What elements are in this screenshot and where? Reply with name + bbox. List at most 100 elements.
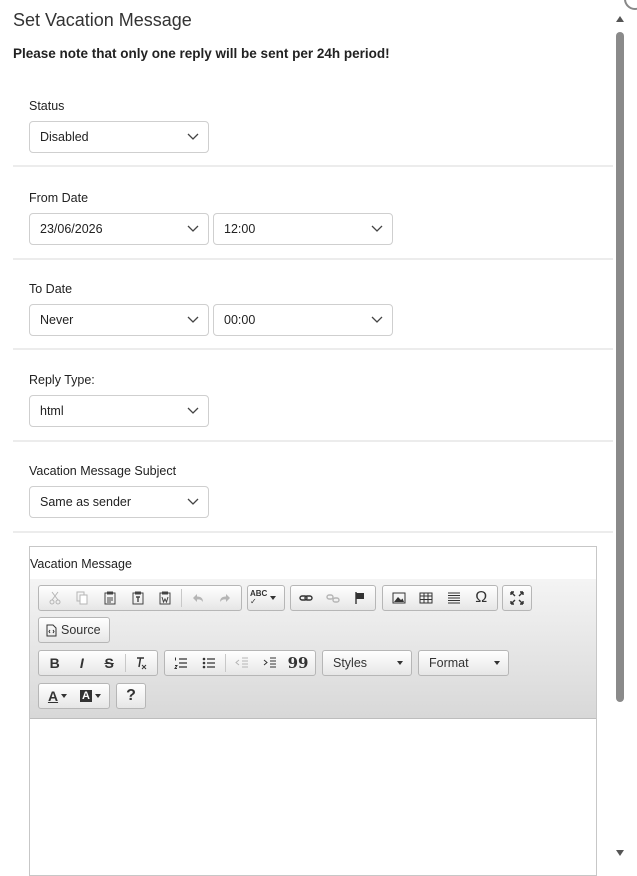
quote-glyph: 99 — [287, 654, 309, 672]
help-glyph: ? — [126, 687, 136, 704]
copy-icon[interactable] — [69, 586, 97, 610]
bold-button[interactable]: B — [41, 651, 68, 675]
from-date-label: From Date — [29, 191, 89, 205]
outdent-icon[interactable] — [228, 651, 256, 675]
scroll-thumb[interactable] — [616, 32, 624, 702]
table-icon[interactable] — [413, 586, 441, 610]
text-color-glyph: A — [47, 688, 59, 704]
to-time-select[interactable]: 00:00 — [213, 304, 393, 336]
from-time-select[interactable]: 12:00 — [213, 213, 393, 245]
to-date-section: To Date Never 00:00 — [13, 273, 613, 350]
text-color-icon: A — [48, 688, 58, 704]
toolbar-separator — [180, 589, 182, 607]
styles-combo[interactable]: Styles — [322, 650, 412, 676]
background-color-icon: A — [80, 690, 92, 702]
cut-icon[interactable] — [41, 586, 69, 610]
maximize-button[interactable] — [502, 585, 532, 611]
from-date-value: 23/06/2026 — [40, 222, 103, 236]
message-body-area[interactable] — [30, 719, 596, 875]
scroll-down-icon[interactable] — [616, 850, 624, 856]
background-color-button[interactable]: A — [74, 684, 107, 708]
remove-format-icon[interactable] — [128, 651, 155, 675]
status-label: Status — [29, 99, 65, 113]
subject-section: Vacation Message Subject Same as sender — [13, 455, 613, 533]
strike-glyph: S — [104, 655, 114, 671]
bulleted-list-icon[interactable] — [195, 651, 223, 675]
to-time-value: 00:00 — [224, 313, 256, 327]
spellcheck-icon: ABC ✓ — [250, 589, 268, 606]
spellcheck-button[interactable]: ABC ✓ — [247, 585, 285, 611]
omega-icon[interactable]: Ω — [468, 586, 496, 610]
subject-label: Vacation Message Subject — [29, 464, 177, 478]
dialog-title: Set Vacation Message — [13, 10, 192, 30]
status-select[interactable]: Disabled — [29, 121, 209, 153]
chevron-down-icon — [187, 133, 199, 140]
chevron-down-icon — [187, 407, 199, 414]
chevron-down-icon — [187, 498, 199, 505]
unlink-icon[interactable] — [320, 586, 347, 610]
paste-word-icon[interactable] — [151, 586, 179, 610]
status-value: Disabled — [40, 130, 89, 144]
redo-icon[interactable] — [211, 586, 239, 610]
image-icon[interactable] — [385, 586, 413, 610]
spellcheck-glyph: ABC — [250, 589, 268, 598]
from-time-value: 12:00 — [224, 222, 256, 236]
strikethrough-button[interactable]: S — [96, 651, 123, 675]
basic-styles-group: B I S — [38, 650, 158, 676]
italic-button[interactable]: I — [68, 651, 95, 675]
subject-select[interactable]: Same as sender — [29, 486, 209, 518]
maximize-icon — [510, 591, 524, 605]
from-date-section: From Date 23/06/2026 12:00 — [13, 182, 613, 260]
link-icon[interactable] — [293, 586, 320, 610]
indent-icon[interactable] — [256, 651, 284, 675]
undo-icon[interactable] — [184, 586, 212, 610]
subject-value: Same as sender — [40, 495, 132, 509]
vacation-message-label: Vacation Message — [30, 557, 132, 571]
text-color-button[interactable]: A — [41, 684, 74, 708]
notice-text: Please note that only one reply will be … — [13, 46, 390, 61]
flag-icon[interactable] — [346, 586, 373, 610]
toolbar-separator — [225, 654, 226, 672]
from-date-select[interactable]: 23/06/2026 — [29, 213, 209, 245]
scroll-up-icon[interactable] — [616, 16, 624, 22]
source-button[interactable]: Source — [38, 617, 110, 643]
caret-down-icon — [494, 661, 500, 665]
chevron-down-icon — [371, 316, 383, 323]
horizontal-rule-icon[interactable] — [440, 586, 468, 610]
numbered-list-icon[interactable] — [167, 651, 195, 675]
help-icon: ? — [126, 687, 136, 705]
reply-type-select[interactable]: html — [29, 395, 209, 427]
blockquote-button[interactable]: 99 — [284, 651, 312, 675]
styles-label: Styles — [333, 656, 368, 670]
reply-type-label: Reply Type: — [29, 373, 95, 387]
bold-glyph: B — [49, 655, 60, 671]
chevron-down-icon — [187, 225, 199, 232]
toolbar-separator — [124, 654, 126, 672]
to-date-value: Never — [40, 313, 74, 327]
bg-color-glyph: A — [82, 690, 90, 702]
clipboard-group — [38, 585, 242, 611]
insert-group: Ω — [382, 585, 498, 611]
to-date-select[interactable]: Never — [29, 304, 209, 336]
source-icon — [46, 624, 57, 636]
link-group — [290, 585, 376, 611]
caret-down-icon — [397, 661, 403, 665]
reply-type-section: Reply Type: html — [13, 364, 613, 442]
status-section: Status Disabled — [13, 90, 613, 167]
vacation-message-editor: Vacation Message ABC ✓ Ω Source B I S 99… — [29, 546, 597, 876]
chevron-down-icon — [371, 225, 383, 232]
close-icon[interactable] — [624, 0, 637, 10]
chevron-down-icon — [187, 316, 199, 323]
help-button[interactable]: ? — [116, 683, 146, 709]
source-label: Source — [61, 623, 101, 637]
italic-glyph: I — [79, 655, 84, 671]
paste-icon[interactable] — [96, 586, 124, 610]
to-date-label: To Date — [29, 282, 73, 296]
editor-toolbar: ABC ✓ Ω Source B I S 99 Styles Format A … — [30, 579, 596, 719]
omega-glyph: Ω — [475, 589, 488, 606]
color-group: A A — [38, 683, 110, 709]
list-group: 99 — [164, 650, 316, 676]
scrollbar[interactable] — [614, 16, 626, 856]
format-combo[interactable]: Format — [418, 650, 509, 676]
paste-text-icon[interactable] — [124, 586, 152, 610]
